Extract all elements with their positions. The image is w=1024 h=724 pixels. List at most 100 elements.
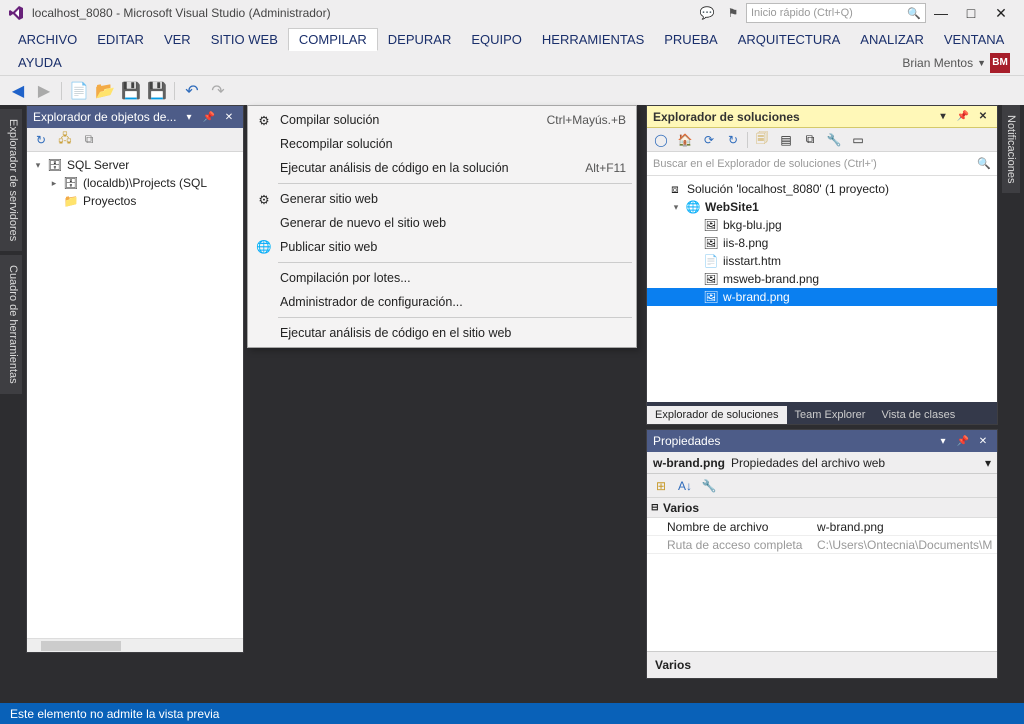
menu-arquitectura[interactable]: ARQUITECTURA <box>728 29 851 50</box>
menu-analizar[interactable]: ANALIZAR <box>850 29 934 50</box>
properties-object-selector[interactable]: w-brand.png Propiedades del archivo web … <box>647 452 997 474</box>
minimize-button[interactable]: ― <box>926 1 956 25</box>
sync-icon[interactable]: ⟳ <box>699 130 719 150</box>
save-all-button[interactable]: 💾 <box>145 79 169 103</box>
panel-dropdown-icon[interactable]: ▾ <box>181 109 197 125</box>
tree-node[interactable]: 🖼w-brand.png <box>647 288 997 306</box>
property-category[interactable]: ⊟Varios <box>647 498 997 518</box>
signed-in-user[interactable]: Brian Mentos ▼ BM <box>902 53 1016 73</box>
quick-launch-input[interactable]: Inicio rápido (Ctrl+Q) 🔍 <box>746 3 926 23</box>
properties-icon[interactable]: 🔧 <box>824 130 844 150</box>
solution-explorer-header[interactable]: Explorador de soluciones ▾ 📌 ✕ <box>647 106 997 128</box>
menu-sitio web[interactable]: SITIO WEB <box>201 29 288 50</box>
menu-item[interactable]: Recompilar solución <box>248 132 636 156</box>
panel-dropdown-icon[interactable]: ▾ <box>935 433 951 449</box>
server-explorer-tab[interactable]: Explorador de servidores <box>0 109 22 251</box>
close-button[interactable]: ✕ <box>986 1 1016 25</box>
toolbox-tab[interactable]: Cuadro de herramientas <box>0 255 22 394</box>
property-row[interactable]: Ruta de acceso completaC:\Users\Ontecnia… <box>647 536 997 554</box>
menu-item[interactable]: 🌐Publicar sitio web <box>248 235 636 259</box>
property-row[interactable]: Nombre de archivow-brand.png <box>647 518 997 536</box>
maximize-button[interactable]: □ <box>956 1 986 25</box>
menu-editar[interactable]: EDITAR <box>87 29 154 50</box>
tree-node[interactable]: 🖼msweb-brand.png <box>647 270 997 288</box>
bottom-tab[interactable]: Team Explorer <box>787 406 874 424</box>
panel-close-icon[interactable]: ✕ <box>975 109 991 125</box>
tree-node[interactable]: ⧈Solución 'localhost_8080' (1 proyecto) <box>647 180 997 198</box>
property-value[interactable]: C:\Users\Ontecnia\Documents\M <box>811 538 997 552</box>
property-value[interactable]: w-brand.png <box>811 520 997 534</box>
menu-ayuda[interactable]: AYUDA <box>8 52 72 73</box>
object-explorer-header[interactable]: Explorador de objetos de... ▾ 📌 ✕ <box>27 106 243 128</box>
h-scroll-thumb[interactable] <box>41 641 121 651</box>
tree-node[interactable]: 📁Proyectos <box>27 192 243 210</box>
panel-close-icon[interactable]: ✕ <box>975 433 991 449</box>
undo-button[interactable]: ↶ <box>180 79 204 103</box>
menu-depurar[interactable]: DEPURAR <box>378 29 462 50</box>
connect-icon[interactable]: 🖧 <box>55 130 75 150</box>
collapse-icon[interactable]: ⊟ <box>651 502 663 513</box>
menu-item[interactable]: ⚙Compilar soluciónCtrl+Mayús.+B <box>248 108 636 132</box>
menu-prueba[interactable]: PRUEBA <box>654 29 727 50</box>
nav-back-button[interactable]: ◀ <box>6 79 30 103</box>
save-button[interactable]: 💾 <box>119 79 143 103</box>
menu-equipo[interactable]: EQUIPO <box>461 29 532 50</box>
menu-item[interactable]: ⚙Generar sitio web <box>248 187 636 211</box>
pin-icon[interactable]: 📌 <box>955 433 971 449</box>
menu-ver[interactable]: VER <box>154 29 201 50</box>
menu-archivo[interactable]: ARCHIVO <box>8 29 87 50</box>
quick-launch-placeholder: Inicio rápido (Ctrl+Q) <box>751 7 853 19</box>
solution-tree[interactable]: ⧈Solución 'localhost_8080' (1 proyecto)▾… <box>647 176 997 310</box>
home-icon[interactable]: ◯ <box>651 130 671 150</box>
categorize-icon[interactable]: ⊞ <box>651 476 671 496</box>
tree-node[interactable]: 📄iisstart.htm <box>647 252 997 270</box>
collapse-icon[interactable]: ⧉ <box>800 130 820 150</box>
copy-icon[interactable]: 🗐 <box>752 130 772 150</box>
tree-node[interactable]: 🖼bkg-blu.jpg <box>647 216 997 234</box>
feedback-icon[interactable]: 💬 <box>694 3 720 23</box>
tree-node[interactable]: 🖼iis-8.png <box>647 234 997 252</box>
refresh-icon[interactable]: ↻ <box>31 130 51 150</box>
window-title: localhost_8080 - Microsoft Visual Studio… <box>32 6 331 20</box>
group-icon[interactable]: ⧉ <box>79 130 99 150</box>
h-scrollbar[interactable] <box>27 638 243 652</box>
notifications-tab[interactable]: Notificaciones <box>1002 105 1020 193</box>
nav-fwd-button[interactable]: ▶ <box>32 79 56 103</box>
expand-arrow-icon[interactable]: ▾ <box>33 160 43 171</box>
menu-item[interactable]: Ejecutar análisis de código en la soluci… <box>248 156 636 180</box>
expand-arrow-icon[interactable]: ▸ <box>49 178 59 189</box>
expand-arrow-icon[interactable]: ▾ <box>671 202 681 213</box>
panel-close-icon[interactable]: ✕ <box>221 109 237 125</box>
bottom-tab[interactable]: Explorador de soluciones <box>647 406 787 424</box>
menu-herramientas[interactable]: HERRAMIENTAS <box>532 29 654 50</box>
menu-compilar[interactable]: COMPILAR <box>288 28 378 51</box>
wrench-icon[interactable]: 🔧 <box>699 476 719 496</box>
sort-az-icon[interactable]: A↓ <box>675 476 695 496</box>
refresh-icon[interactable]: ↻ <box>723 130 743 150</box>
properties-header[interactable]: Propiedades ▾ 📌 ✕ <box>647 430 997 452</box>
bottom-tab[interactable]: Vista de clases <box>873 406 963 424</box>
panel-dropdown-icon[interactable]: ▾ <box>935 109 951 125</box>
pin-icon[interactable]: 📌 <box>201 109 217 125</box>
new-project-button[interactable]: 📄 <box>67 79 91 103</box>
show-all-icon[interactable]: ▤ <box>776 130 796 150</box>
object-explorer-tree[interactable]: ▾🗄SQL Server▸🗄(localdb)\Projects (SQL📁Pr… <box>27 152 243 214</box>
tree-node[interactable]: ▾🌐WebSite1 <box>647 198 997 216</box>
menu-item[interactable]: Generar de nuevo el sitio web <box>248 211 636 235</box>
redo-button[interactable]: ↷ <box>206 79 230 103</box>
notifications-flag-icon[interactable]: ⚑ <box>720 3 746 23</box>
menu-item[interactable]: Administrador de configuración... <box>248 290 636 314</box>
menu-item[interactable]: Ejecutar análisis de código en el sitio … <box>248 321 636 345</box>
menu-item[interactable]: Compilación por lotes... <box>248 266 636 290</box>
home-house-icon[interactable]: 🏠 <box>675 130 695 150</box>
tree-node[interactable]: ▾🗄SQL Server <box>27 156 243 174</box>
pin-icon[interactable]: 📌 <box>955 109 971 125</box>
tree-node-label: iis-8.png <box>723 236 768 250</box>
open-button[interactable]: 📂 <box>93 79 117 103</box>
properties-grid[interactable]: ⊟VariosNombre de archivow-brand.pngRuta … <box>647 498 997 554</box>
solution-bottom-tabs: Explorador de solucionesTeam ExplorerVis… <box>647 402 997 424</box>
preview-icon[interactable]: ▭ <box>848 130 868 150</box>
tree-node[interactable]: ▸🗄(localdb)\Projects (SQL <box>27 174 243 192</box>
menu-ventana[interactable]: VENTANA <box>934 29 1014 50</box>
solution-search-input[interactable]: Buscar en el Explorador de soluciones (C… <box>647 152 997 176</box>
